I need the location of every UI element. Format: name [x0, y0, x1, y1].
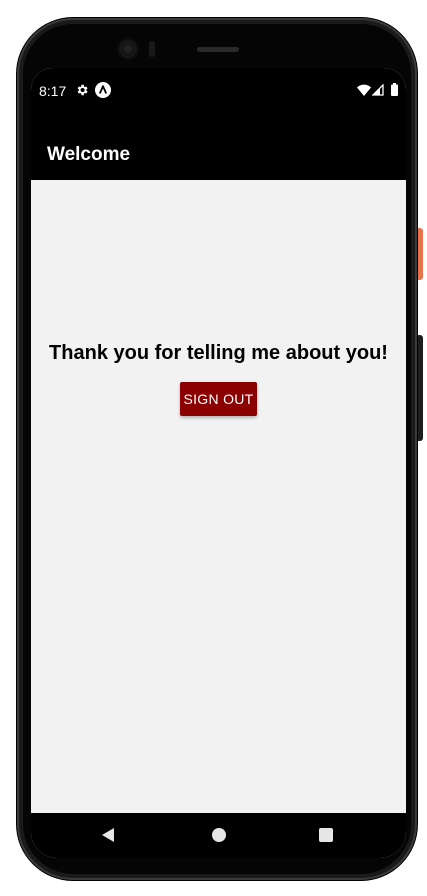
home-icon[interactable] — [212, 828, 226, 842]
sign-out-button[interactable]: SIGN OUT — [180, 382, 257, 416]
status-bar: 8:17 — [31, 68, 406, 112]
settings-gear-icon — [77, 84, 88, 96]
back-icon[interactable] — [101, 827, 115, 843]
main-content: Thank you for telling me about you! SIGN… — [31, 180, 406, 813]
status-time: 8:17 — [39, 83, 67, 99]
app-a-icon — [95, 82, 111, 98]
thank-you-message: Thank you for telling me about you! — [49, 342, 388, 364]
screen: 8:17 Welcome Thank you for telling me ab… — [31, 68, 406, 858]
recents-icon[interactable] — [319, 828, 333, 842]
wifi-icon — [357, 84, 371, 96]
front-camera — [119, 40, 137, 58]
battery-icon — [391, 83, 398, 96]
volume-button[interactable] — [418, 335, 423, 441]
app-bar: Welcome — [31, 112, 406, 180]
app-bar-title: Welcome — [47, 144, 131, 165]
navigation-bar — [31, 813, 406, 858]
earpiece-speaker — [197, 47, 239, 52]
power-button[interactable] — [418, 228, 423, 280]
signal-icon — [372, 84, 384, 96]
proximity-sensor — [149, 41, 155, 57]
